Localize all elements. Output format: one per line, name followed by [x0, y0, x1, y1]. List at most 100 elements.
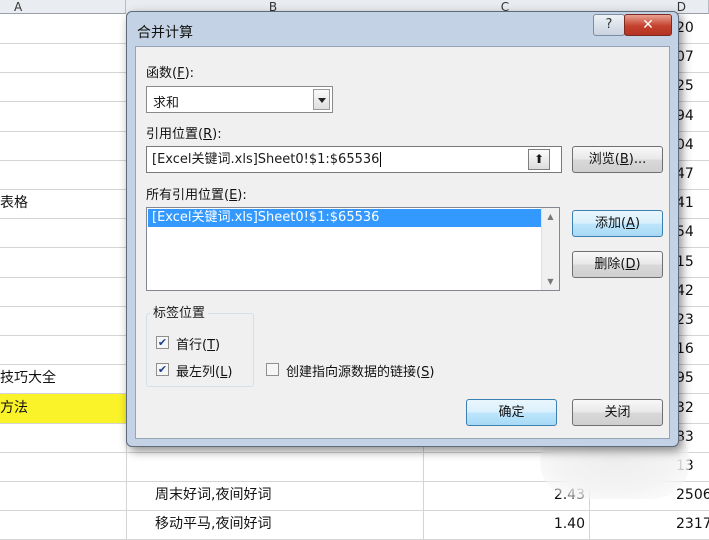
- label-accesskey: R: [203, 127, 213, 142]
- list-scrollbar[interactable]: ▲ ▼: [541, 208, 559, 290]
- function-label: 函数(F):: [146, 62, 194, 81]
- close-icon: ✕: [642, 17, 654, 33]
- checkmark-icon: ✔: [157, 336, 168, 349]
- chevron-down-icon[interactable]: [313, 89, 330, 110]
- cell-c[interactable]: 1.40: [420, 510, 590, 540]
- first-row-checkbox[interactable]: ✔: [156, 336, 169, 349]
- column-header-a[interactable]: A: [0, 0, 126, 14]
- labels-position-title: 标签位置: [150, 302, 209, 321]
- cell-d[interactable]: 94: [676, 102, 709, 131]
- list-item[interactable]: [Excel关键词.xls]Sheet0!$1:$65536: [148, 209, 541, 227]
- reference-label: 引用位置(R):: [146, 123, 222, 142]
- scroll-down-icon[interactable]: ▼: [542, 273, 559, 290]
- cell-d[interactable]: 41: [676, 189, 709, 218]
- cell-a[interactable]: [0, 276, 127, 306]
- label-text: 创建指向源数据的链接(: [286, 365, 422, 380]
- all-references-list[interactable]: [Excel关键词.xls]Sheet0!$1:$65536 ▲ ▼: [146, 207, 560, 291]
- cell-a[interactable]: [0, 510, 127, 540]
- reference-input[interactable]: [Excel关键词.xls]Sheet0!$1:$65536: [146, 146, 562, 173]
- ok-button[interactable]: 确定: [466, 399, 557, 426]
- button-accesskey: A: [626, 216, 635, 231]
- cell-a[interactable]: [0, 218, 127, 248]
- function-select-value: 求和: [153, 96, 180, 111]
- cell-a[interactable]: [0, 14, 127, 43]
- sheet-row: 移动平马,夜间好词 1.40 2317: [0, 510, 709, 540]
- close-button[interactable]: 关闭: [572, 399, 663, 426]
- dialog-body: 函数(F): 求和 引用位置(R): [Excel关键词.xls]Sheet0!…: [135, 46, 670, 439]
- cell-d[interactable]: 42: [676, 277, 709, 306]
- label-accesskey: T: [207, 338, 216, 353]
- cell-a[interactable]: [0, 422, 127, 452]
- cell-a[interactable]: [0, 306, 127, 335]
- link-source-checkbox[interactable]: [266, 363, 279, 376]
- add-button[interactable]: 添加(A): [572, 210, 663, 237]
- label-text: 引用位置(: [146, 127, 204, 142]
- label-text: ):: [184, 66, 195, 81]
- cell-a[interactable]: [0, 335, 127, 365]
- cell-a[interactable]: 方法: [0, 393, 127, 423]
- column-header-label: A: [14, 0, 23, 14]
- cell-a[interactable]: [0, 160, 127, 189]
- all-references-label: 所有引用位置(E):: [146, 184, 247, 203]
- browse-button[interactable]: 浏览(B)...: [572, 146, 663, 173]
- function-select[interactable]: 求和: [146, 86, 333, 113]
- left-column-label[interactable]: 最左列(L): [176, 361, 232, 380]
- collapse-arrow-icon: ⬆: [533, 152, 545, 166]
- help-icon: ?: [605, 17, 613, 32]
- cell-d[interactable]: 04: [676, 131, 709, 160]
- cell-a[interactable]: [0, 481, 127, 511]
- cell-d[interactable]: 23: [676, 306, 709, 335]
- button-accesskey: B: [619, 152, 629, 167]
- first-row-label[interactable]: 首行(T): [176, 334, 220, 353]
- label-accesskey: F: [177, 66, 185, 81]
- label-text: ): [227, 365, 233, 380]
- delete-button[interactable]: 删除(D): [572, 251, 663, 278]
- button-text: 添加(: [594, 216, 627, 231]
- cell-b[interactable]: 移动平马,夜间好词: [152, 510, 424, 540]
- cell-a[interactable]: 表格: [0, 189, 127, 219]
- link-source-label[interactable]: 创建指向源数据的链接(S): [286, 361, 434, 380]
- dialog-title: 合并计算: [137, 25, 193, 41]
- collapse-dialog-button[interactable]: ⬆: [528, 149, 550, 170]
- cell-a[interactable]: [0, 43, 127, 73]
- button-text: 浏览(: [588, 152, 620, 167]
- label-text: 最左列(: [176, 365, 221, 380]
- checkmark-icon: ✔: [157, 363, 168, 376]
- cell-d[interactable]: 25: [676, 72, 709, 101]
- scroll-up-icon[interactable]: ▲: [542, 208, 559, 225]
- button-text: )...: [628, 152, 647, 167]
- cell-a[interactable]: [0, 101, 127, 131]
- cell-d[interactable]: 95: [676, 364, 709, 393]
- label-text: ):: [237, 188, 247, 203]
- cell-a[interactable]: [0, 247, 127, 277]
- cell-d[interactable]: 32: [676, 394, 709, 423]
- label-text: 函数(: [146, 66, 178, 81]
- label-text: 首行(: [176, 338, 208, 353]
- text-caret: [380, 152, 382, 167]
- button-accesskey: D: [625, 257, 636, 272]
- cell-d[interactable]: 07: [676, 43, 709, 72]
- cell-d[interactable]: 20: [676, 14, 709, 43]
- cell-b[interactable]: 周末好词,夜间好词: [152, 481, 424, 511]
- button-text: ): [634, 216, 641, 231]
- cell-a[interactable]: 技巧大全: [0, 364, 127, 394]
- cell-a[interactable]: [0, 452, 127, 481]
- dialog-titlebar[interactable]: 合并计算 ? ✕: [127, 12, 678, 46]
- label-text: 所有引用位置(: [146, 188, 230, 203]
- cell-d[interactable]: 54: [676, 218, 709, 247]
- cell-d[interactable]: 16: [676, 335, 709, 364]
- column-header-label: D: [676, 0, 686, 14]
- button-text: ): [635, 257, 641, 272]
- cell-d[interactable]: 15: [676, 248, 709, 277]
- cell-a[interactable]: [0, 130, 127, 160]
- help-button[interactable]: ?: [593, 14, 625, 36]
- cell-a[interactable]: [0, 72, 127, 102]
- cell-b[interactable]: [152, 452, 424, 481]
- button-text: 删除(: [594, 257, 626, 272]
- cell-d[interactable]: 2317: [676, 510, 709, 539]
- label-text: ):: [212, 127, 222, 142]
- window-close-button[interactable]: ✕: [624, 14, 672, 36]
- cell-d[interactable]: 47: [676, 160, 709, 189]
- left-column-checkbox[interactable]: ✔: [156, 363, 169, 376]
- label-text: ): [215, 338, 221, 353]
